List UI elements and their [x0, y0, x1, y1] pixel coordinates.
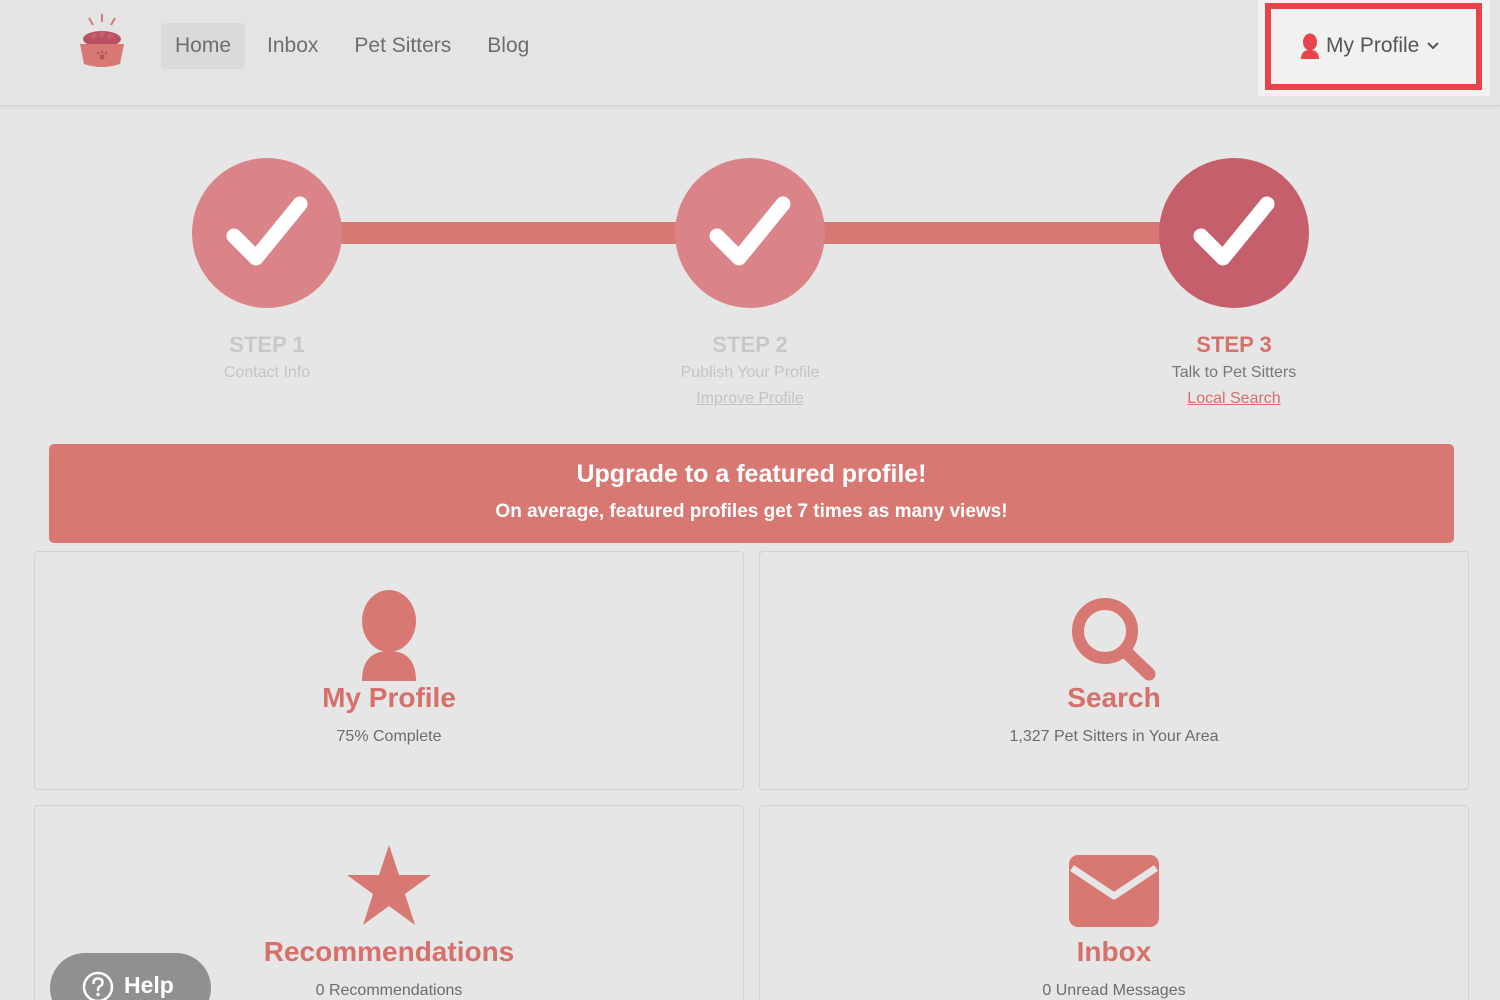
step-1-circle	[192, 158, 342, 308]
my-profile-card[interactable]: My Profile 75% Complete	[34, 551, 744, 790]
chevron-down-icon	[1427, 42, 1440, 50]
step-2-label: STEP 2	[712, 332, 788, 357]
help-button[interactable]: Help	[50, 953, 211, 1000]
step-2-description: Publish Your Profile	[680, 364, 820, 381]
step-2-circle	[675, 158, 825, 308]
star-icon	[347, 845, 431, 925]
nav-inbox[interactable]: Inbox	[253, 23, 332, 69]
checkmark-icon	[1193, 196, 1275, 266]
my-profile-dropdown[interactable]: My Profile	[1300, 28, 1440, 64]
step-3-description: Talk to Pet Sitters	[1171, 364, 1297, 381]
step-connector	[810, 222, 1170, 244]
banner-title: Upgrade to a featured profile!	[576, 460, 927, 488]
local-search-link[interactable]: Local Search	[1084, 390, 1384, 408]
step-1-description: Contact Info	[223, 364, 311, 381]
question-circle-icon	[82, 971, 114, 1000]
banner-subtitle: On average, featured profiles get 7 time…	[495, 501, 1008, 522]
magnifier-icon	[1072, 598, 1156, 681]
person-icon	[362, 590, 416, 681]
pet-bowl-logo-icon[interactable]	[72, 12, 132, 72]
search-card-title: Search	[1067, 682, 1161, 713]
help-label: Help	[124, 972, 174, 998]
nav-home[interactable]: Home	[161, 23, 246, 69]
step-3-label: STEP 3	[1196, 332, 1272, 357]
search-card[interactable]: Search 1,327 Pet Sitters in Your Area	[759, 551, 1469, 790]
improve-profile-link[interactable]: Improve Profile	[600, 390, 900, 408]
step-connector	[330, 222, 690, 244]
inbox-card-title: Inbox	[1076, 936, 1152, 967]
envelope-icon	[1069, 855, 1159, 927]
my-profile-label: My Profile	[1326, 34, 1420, 57]
search-card-subtitle: 1,327 Pet Sitters in Your Area	[1009, 728, 1219, 745]
checkmark-icon	[709, 196, 791, 266]
upgrade-featured-banner[interactable]: Upgrade to a featured profile! On averag…	[49, 444, 1454, 543]
person-icon	[1301, 33, 1319, 59]
main-nav: Home Inbox Pet Sitters Blog	[161, 23, 551, 69]
inbox-card-subtitle: 0 Unread Messages	[1042, 982, 1186, 999]
inbox-card[interactable]: Inbox 0 Unread Messages	[759, 805, 1469, 1000]
my-profile-card-title: My Profile	[322, 682, 456, 713]
step-3-circle	[1159, 158, 1309, 308]
nav-blog[interactable]: Blog	[473, 23, 543, 69]
step-1-label: STEP 1	[229, 332, 305, 357]
checkmark-icon	[226, 196, 308, 266]
my-profile-card-subtitle: 75% Complete	[336, 728, 442, 745]
nav-pet-sitters[interactable]: Pet Sitters	[340, 23, 465, 69]
